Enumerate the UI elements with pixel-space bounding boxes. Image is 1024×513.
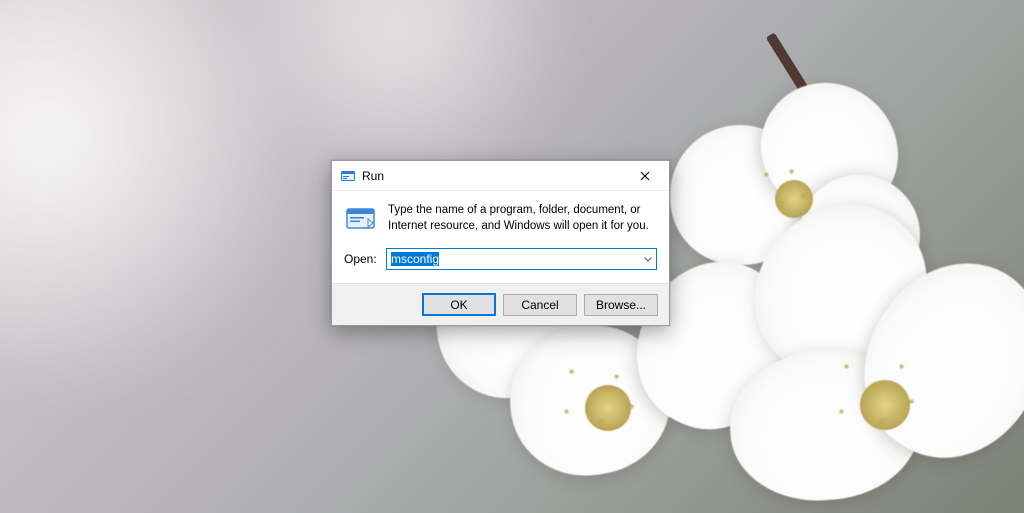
chevron-down-icon [644, 257, 652, 262]
titlebar[interactable]: Run [332, 161, 669, 191]
open-input[interactable] [386, 248, 657, 270]
browse-button[interactable]: Browse... [584, 294, 658, 316]
run-icon [340, 168, 356, 184]
ok-button[interactable]: OK [422, 293, 496, 316]
cancel-button[interactable]: Cancel [503, 294, 577, 316]
close-icon [640, 171, 650, 181]
dialog-body: Type the name of a program, folder, docu… [332, 191, 669, 283]
open-label: Open: [344, 252, 378, 266]
dialog-footer: OK Cancel Browse... [332, 283, 669, 325]
run-dialog: Run Type the name of a program, folder, … [331, 160, 670, 326]
dialog-title: Run [362, 169, 622, 183]
run-large-icon [344, 203, 378, 233]
dropdown-button[interactable] [639, 249, 656, 269]
close-button[interactable] [622, 161, 667, 190]
dialog-description: Type the name of a program, folder, docu… [388, 203, 657, 234]
open-combobox[interactable] [386, 248, 657, 270]
